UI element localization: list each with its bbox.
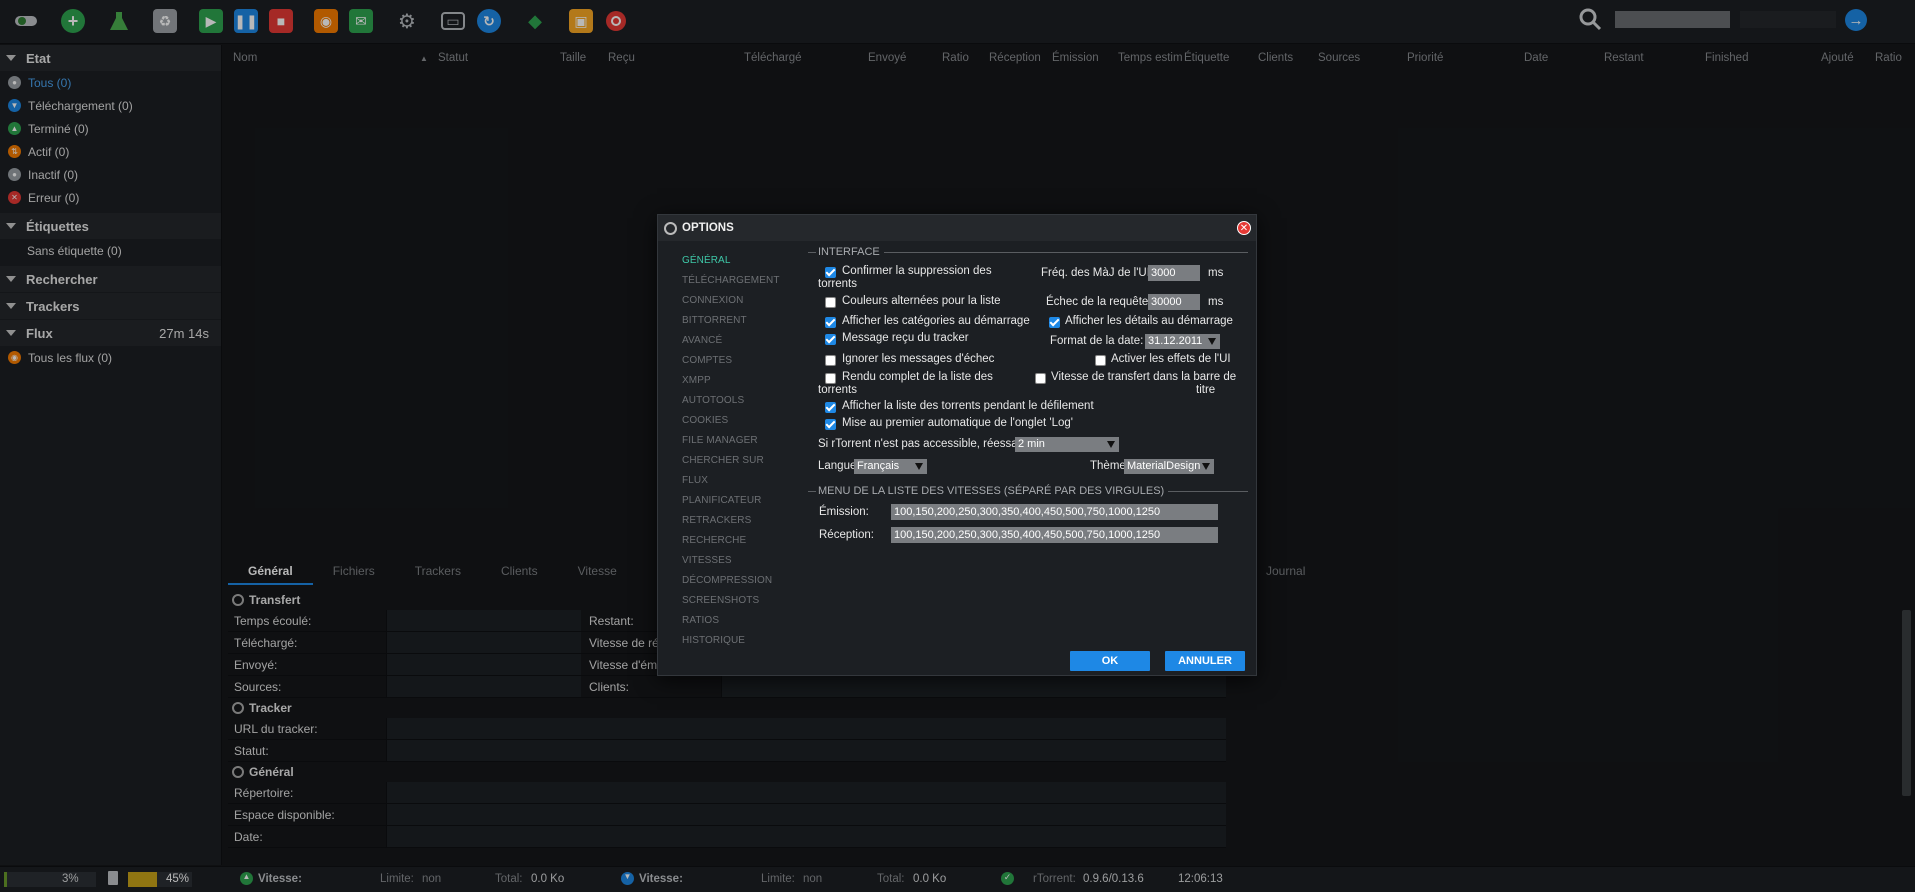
full-render-checkbox[interactable] bbox=[825, 373, 836, 384]
close-icon[interactable]: ✕ bbox=[1237, 221, 1251, 235]
full-render-label-2: torrents bbox=[818, 384, 857, 396]
confirm-delete-label-2: torrents bbox=[818, 278, 857, 290]
reception-input[interactable]: 100,150,200,250,300,350,400,450,500,750,… bbox=[891, 527, 1218, 543]
emission-input[interactable]: 100,150,200,250,300,350,400,450,500,750,… bbox=[891, 504, 1218, 520]
nav-xmpp[interactable]: XMPP bbox=[682, 375, 782, 395]
ui-freq-label: Fréq. des MàJ de l'UI: bbox=[1041, 267, 1154, 279]
speed-title-checkbox[interactable] bbox=[1035, 373, 1046, 384]
nav-recherche[interactable]: RECHERCHE bbox=[682, 535, 782, 555]
auto-log-label: Mise au premier automatique de l'onglet … bbox=[842, 417, 1073, 429]
confirm-delete-label: Confirmer la suppression des bbox=[842, 265, 992, 277]
nav-comptes[interactable]: COMPTES bbox=[682, 355, 782, 375]
req-fail-input[interactable]: 30000 bbox=[1148, 294, 1200, 310]
ignore-fail-checkbox[interactable] bbox=[825, 355, 836, 366]
nav-planificateur[interactable]: PLANIFICATEUR bbox=[682, 495, 782, 515]
nav-bittorrent[interactable]: BITTORRENT bbox=[682, 315, 782, 335]
nav-flux[interactable]: FLUX bbox=[682, 475, 782, 495]
nav-file-manager[interactable]: FILE MANAGER bbox=[682, 435, 782, 455]
auto-log-checkbox[interactable] bbox=[825, 419, 836, 430]
ui-freq-input[interactable]: 3000 bbox=[1148, 265, 1200, 281]
nav-chercher-sur[interactable]: CHERCHER SUR bbox=[682, 455, 782, 475]
nav-historique[interactable]: HISTORIQUE bbox=[682, 635, 782, 655]
cancel-button[interactable]: ANNULER bbox=[1165, 651, 1245, 671]
show-details-checkbox[interactable] bbox=[1049, 317, 1060, 328]
confirm-delete-checkbox[interactable] bbox=[825, 267, 836, 278]
req-fail-unit: ms bbox=[1208, 296, 1224, 308]
nav-connexion[interactable]: CONNEXION bbox=[682, 295, 782, 315]
gear-icon bbox=[664, 221, 677, 235]
full-render-label: Rendu complet de la liste des bbox=[842, 371, 993, 383]
dialog-title[interactable]: OPTIONS bbox=[658, 215, 1256, 241]
show-details-label: Afficher les détails au démarrage bbox=[1065, 315, 1233, 327]
nav-autotools[interactable]: AUTOTOOLS bbox=[682, 395, 782, 415]
req-fail-label: Échec de la requête: bbox=[1046, 296, 1152, 308]
alt-colors-checkbox[interactable] bbox=[825, 297, 836, 308]
options-dialog: OPTIONS ✕ GÉNÉRAL TÉLÉCHARGEMENT CONNEXI… bbox=[657, 214, 1257, 676]
nav-avance[interactable]: AVANCÉ bbox=[682, 335, 782, 355]
ok-button[interactable]: OK bbox=[1070, 651, 1150, 671]
show-categories-checkbox[interactable] bbox=[825, 317, 836, 328]
nav-ratios[interactable]: RATIOS bbox=[682, 615, 782, 635]
nav-telechargement[interactable]: TÉLÉCHARGEMENT bbox=[682, 275, 782, 295]
speed-title-label: Vitesse de transfert dans la barre de bbox=[1051, 371, 1237, 383]
show-list-scroll-checkbox[interactable] bbox=[825, 402, 836, 413]
emission-label: Émission: bbox=[819, 506, 869, 518]
ui-freq-unit: ms bbox=[1208, 267, 1224, 279]
nav-retrackers[interactable]: RETRACKERS bbox=[682, 515, 782, 535]
ignore-fail-label: Ignorer les messages d'échec bbox=[842, 353, 995, 365]
ui-effects-checkbox[interactable] bbox=[1095, 355, 1106, 366]
reception-label: Réception: bbox=[819, 529, 874, 541]
nav-decompression[interactable]: DÉCOMPRESSION bbox=[682, 575, 782, 595]
options-nav: GÉNÉRAL TÉLÉCHARGEMENT CONNEXION BITTORR… bbox=[682, 255, 782, 655]
date-format-label: Format de la date: bbox=[1050, 335, 1144, 347]
nav-vitesses[interactable]: VITESSES bbox=[682, 555, 782, 575]
nav-cookies[interactable]: COOKIES bbox=[682, 415, 782, 435]
alt-colors-label: Couleurs alternées pour la liste bbox=[842, 295, 1001, 307]
retry-select[interactable]: 2 min bbox=[1015, 437, 1119, 452]
nav-screenshots[interactable]: SCREENSHOTS bbox=[682, 595, 782, 615]
tracker-msg-checkbox[interactable] bbox=[825, 334, 836, 345]
nav-general[interactable]: GÉNÉRAL bbox=[682, 255, 782, 275]
tracker-msg-label: Message reçu du tracker bbox=[842, 332, 969, 344]
show-categories-label: Afficher les catégories au démarrage bbox=[842, 315, 1030, 327]
ui-effects-label: Activer les effets de l'UI bbox=[1111, 353, 1231, 365]
show-list-scroll-label: Afficher la liste des torrents pendant l… bbox=[842, 400, 1094, 412]
fieldset-interface: INTERFACE bbox=[808, 245, 1248, 259]
theme-select[interactable]: MaterialDesign bbox=[1124, 459, 1214, 474]
fieldset-speeds: MENU DE LA LISTE DES VITESSES (SÉPARÉ PA… bbox=[808, 484, 1248, 498]
language-select[interactable]: Français bbox=[854, 459, 927, 474]
date-format-select[interactable]: 31.12.2011 bbox=[1145, 334, 1220, 349]
speed-title-label-2: titre bbox=[1196, 384, 1216, 396]
